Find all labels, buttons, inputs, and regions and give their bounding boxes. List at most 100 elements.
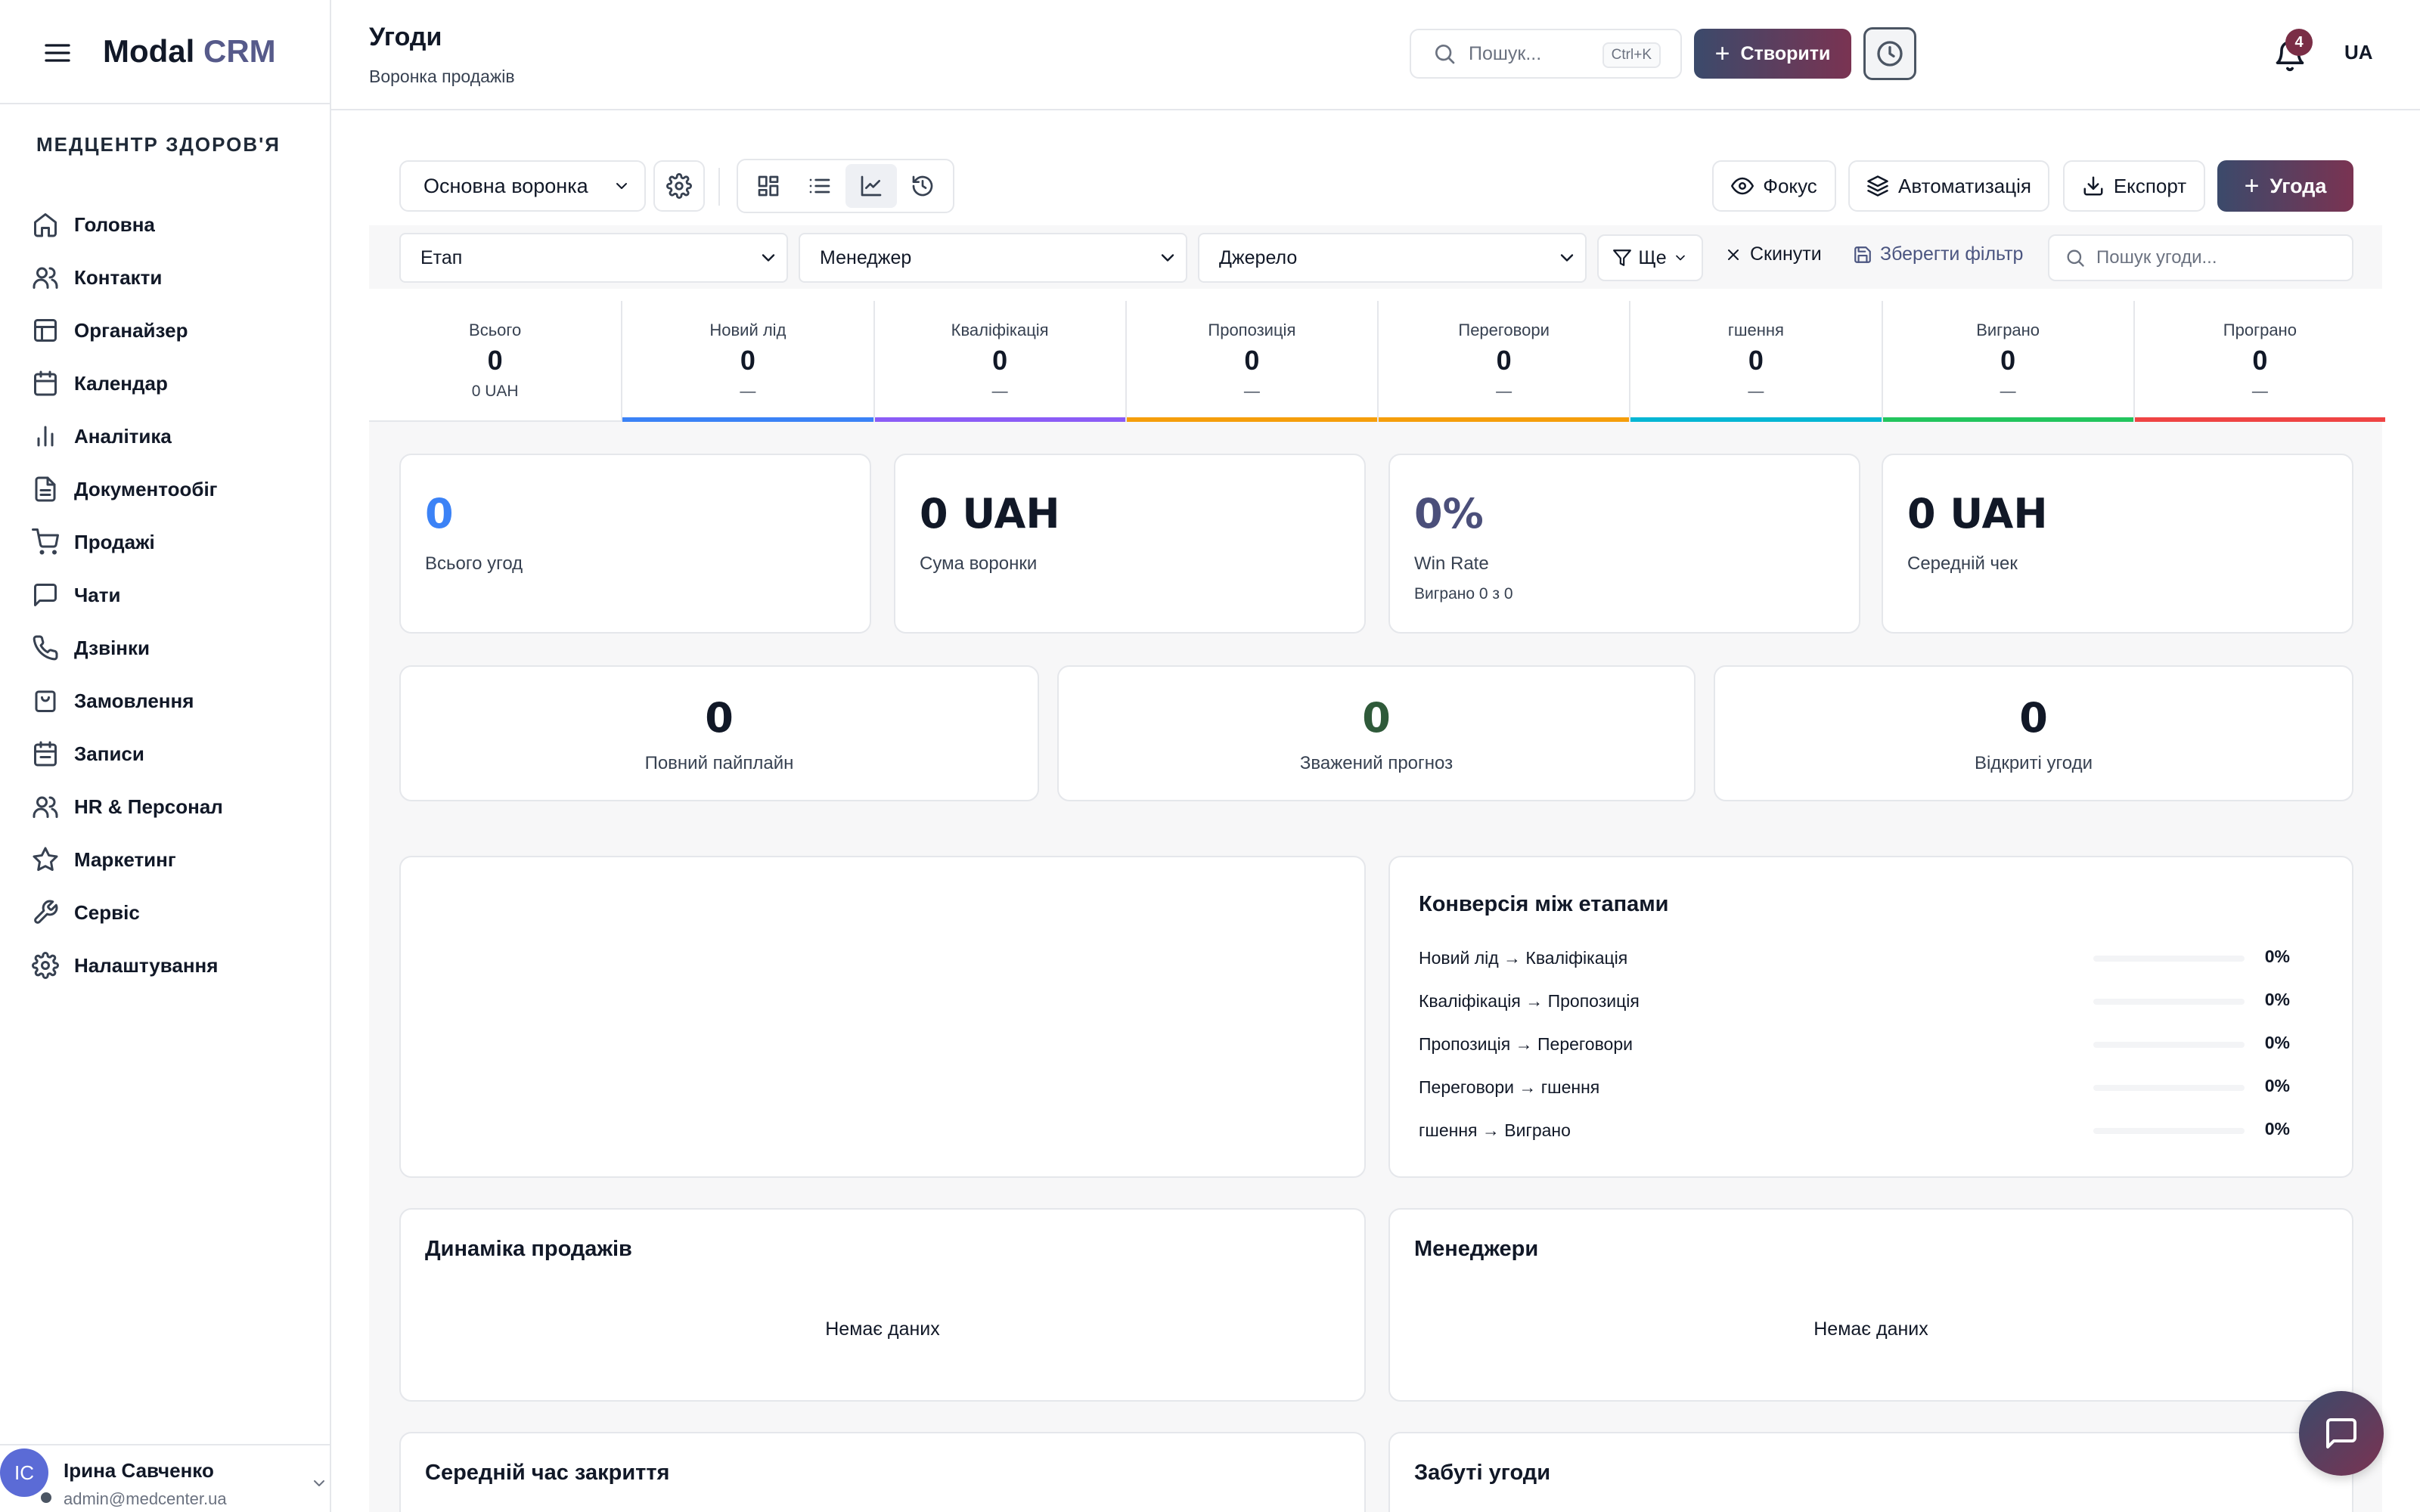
app-logo[interactable]: Modal CRM [103,33,276,70]
stage-decision[interactable]: гшення 0 — [1629,301,1882,422]
forgotten-deals-card: Забуті угоди [1388,1432,2353,1512]
sidebar-item-orders[interactable]: Замовлення [32,674,319,727]
forgotten-title: Забуті угоди [1414,1461,1551,1485]
create-button[interactable]: + Створити [1694,29,1851,79]
conversion-row: гшення → Виграно 0% [1419,1114,2326,1145]
chat-button[interactable] [2299,1391,2384,1476]
conversion-label: гшення → Виграно [1419,1120,1571,1140]
sidebar-item-label: Органайзер [74,318,188,342]
analytics-view-button[interactable] [845,164,897,208]
stage-count: 0 [2000,345,2016,376]
top-header: Угоди Воронка продажів [331,0,2420,110]
deal-search-input[interactable]: Пошук угоди... [2048,234,2353,281]
star-icon [33,847,58,871]
message-square-icon [2326,1418,2356,1448]
kanban-view-button[interactable] [743,164,794,208]
plus-icon: + [2244,171,2260,200]
sidebar-item-label: Налаштування [74,953,219,977]
managers-title: Менеджери [1414,1237,1539,1261]
sidebar-item-label: Продажі [74,530,155,553]
automation-label: Автоматизація [1898,174,2031,197]
menu-icon[interactable] [42,38,73,68]
kpi-value: 0% [1414,490,1484,538]
sidebar-item-marketing[interactable]: Маркетинг [32,833,319,886]
global-search[interactable]: Пошук... Ctrl+K [1410,29,1682,79]
sidebar-item-organizer[interactable]: Органайзер [32,304,319,357]
create-label: Створити [1740,42,1831,64]
save-icon [1854,246,1871,263]
conversion-label: Пропозиція → Переговори [1419,1034,1633,1054]
sidebar-item-settings[interactable]: Налаштування [32,939,319,992]
stage-proposal[interactable]: Пропозиція 0 — [1125,301,1377,422]
source-filter[interactable]: Джерело [1198,233,1587,283]
sidebar-item-sales[interactable]: Продажі [32,516,319,569]
sidebar-item-home[interactable]: Головна [32,198,319,251]
user-email: admin@medcenter.ua [64,1489,227,1508]
cart-icon [32,528,59,555]
chevron-down-icon[interactable] [310,1474,328,1492]
sidebar-item-chats[interactable]: Чати [32,569,319,621]
stage-qualification[interactable]: Кваліфікація 0 — [873,301,1125,422]
stat-full-pipeline: 0 Повний пайплайн [399,665,1039,801]
stage-total[interactable]: Всього 0 0 UAH [369,301,622,422]
funnel-chart-card [399,856,1366,1178]
stage-sum: — [2251,383,2268,400]
reset-filters-button[interactable]: Скинути [1724,243,1822,265]
sidebar-item-service[interactable]: Сервіс [32,886,319,939]
avatar[interactable]: IC [0,1448,48,1497]
search-icon [2067,249,2084,267]
message-icon [34,584,57,606]
users-icon [33,267,58,289]
chevron-down-icon [1161,254,1174,262]
stage-count: 0 [1244,345,1260,376]
chevron-down-icon [762,254,775,262]
list-view-button[interactable] [794,164,845,208]
stage-filter[interactable]: Етап [399,233,788,283]
divider [0,103,331,104]
conversion-label: Кваліфікація → Пропозиція [1419,991,1640,1011]
sidebar-item-appointments[interactable]: Записи [32,727,319,780]
kpi-label: Сума воронки [920,553,1038,574]
sidebar-item-label: Дзвінки [74,636,150,659]
stage-new-lead[interactable]: Новий лід 0 — [621,301,873,422]
more-label: Ще [1638,246,1667,268]
stage-sum: — [991,383,1008,400]
automation-button[interactable]: Автоматизація [1848,160,2049,212]
users-icon [33,796,58,818]
conversion-track [2093,1085,2245,1091]
avg-close-time-card: Середній час закриття [399,1432,1366,1512]
pipeline-select[interactable]: Основна воронка [399,160,646,212]
sidebar-nav: Головна Контакти Органайзер Календар Ана… [32,198,319,992]
stage-count: 0 [1748,345,1764,376]
focus-button[interactable]: Фокус [1712,160,1836,212]
file-text-icon [35,476,56,502]
stage-won[interactable]: Виграно 0 — [1881,301,2133,422]
sidebar-item-documents[interactable]: Документообіг [32,463,319,516]
stage-lost[interactable]: Програно 0 — [2133,301,2385,422]
pipeline-settings-button[interactable] [653,160,705,212]
sidebar-item-contacts[interactable]: Контакти [32,251,319,304]
export-button[interactable]: Експорт [2063,160,2205,212]
conversion-row: Новий лід → Кваліфікація 0% [1419,942,2326,972]
conversion-percent: 0% [2264,947,2290,966]
more-filters-button[interactable]: Ще [1597,234,1703,281]
close-icon [1728,249,1739,260]
sidebar-item-calls[interactable]: Дзвінки [32,621,319,674]
sidebar-item-hr[interactable]: HR & Персонал [32,780,319,833]
clock-icon [1877,41,1903,67]
download-icon [2083,176,2103,196]
gear-icon [666,173,692,199]
kpi-pipeline-sum: 0 UAH Сума воронки [894,454,1366,634]
manager-filter[interactable]: Менеджер [799,233,1187,283]
stage-negotiation[interactable]: Переговори 0 — [1377,301,1630,422]
history-button[interactable] [1863,27,1916,80]
sidebar-item-calendar[interactable]: Календар [32,357,319,410]
export-label: Експорт [2113,174,2187,197]
kpi-label: Всього угод [425,553,523,574]
save-filter-button[interactable]: Зберегти фільтр [1853,243,2023,265]
stat-open-deals: 0 Відкриті угоди [1714,665,2353,801]
language-switch[interactable]: UA [2344,41,2373,64]
history-view-button[interactable] [897,164,948,208]
add-deal-button[interactable]: + Угода [2217,160,2353,212]
sidebar-item-analytics[interactable]: Аналітика [32,410,319,463]
